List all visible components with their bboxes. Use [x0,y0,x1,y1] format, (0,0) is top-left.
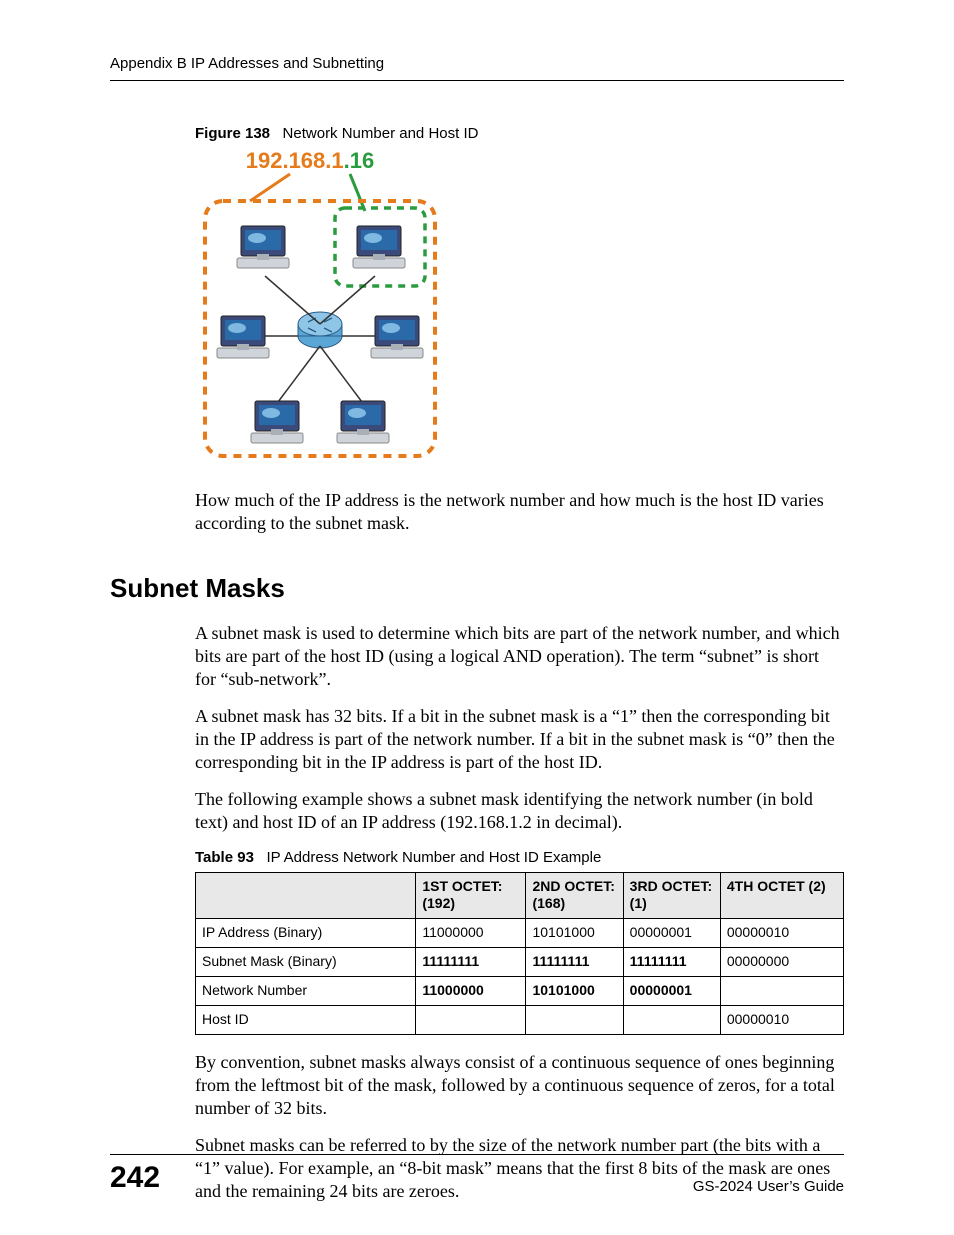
table-cell: 10101000 [526,919,623,948]
table-title: IP Address Network Number and Host ID Ex… [266,849,601,866]
paragraph: By convention, subnet masks always consi… [195,1051,844,1120]
computer-icon [337,401,389,443]
table-cell: Network Number [196,977,416,1006]
table-cell: 11000000 [416,919,526,948]
table-cell: 00000010 [720,919,843,948]
table-cell: 00000000 [720,948,843,977]
table-cell: 00000010 [720,1006,843,1035]
ip-host-part: 16 [350,148,374,173]
table-header: 3RD OCTET: (1) [623,872,720,919]
table-cell: 10101000 [526,977,623,1006]
table-header: 1ST OCTET: (192) [416,872,526,919]
paragraph: A subnet mask has 32 bits. If a bit in t… [195,705,844,774]
switch-icon [298,312,342,348]
table-cell: Host ID [196,1006,416,1035]
table-cell: 11111111 [416,948,526,977]
table-header: 4TH OCTET (2) [720,872,843,919]
footer: 242 GS-2024 User’s Guide [110,1154,844,1195]
figure-label: Figure 138 [195,125,270,142]
running-head: Appendix B IP Addresses and Subnetting [110,55,844,81]
table-caption: Table 93 IP Address Network Number and H… [195,848,844,867]
paragraph: The following example shows a subnet mas… [195,788,844,834]
table-cell: 11000000 [416,977,526,1006]
network-diagram: 192.168.1.16 [195,146,844,471]
table-cell [416,1006,526,1035]
table-cell [526,1006,623,1035]
table-cell: 11111111 [526,948,623,977]
table-cell: 11111111 [623,948,720,977]
computer-icon [353,226,405,268]
subnet-table: 1ST OCTET: (192) 2ND OCTET: (168) 3RD OC… [195,872,844,1035]
svg-text:192.168.1.16: 192.168.1.16 [246,148,374,173]
table-header [196,872,416,919]
table-row: IP Address (Binary)110000001010100000000… [196,919,844,948]
paragraph: How much of the IP address is the networ… [195,489,844,535]
table-header-row: 1ST OCTET: (192) 2ND OCTET: (168) 3RD OC… [196,872,844,919]
page-number: 242 [110,1161,160,1195]
body-text: A subnet mask is used to determine which… [195,622,844,1203]
figure-caption: Figure 138 Network Number and Host ID [195,125,844,142]
body-text: How much of the IP address is the networ… [195,489,844,535]
table-cell: Subnet Mask (Binary) [196,948,416,977]
table-row: Host ID 00000010 [196,1006,844,1035]
table-header: 2ND OCTET: (168) [526,872,623,919]
table-cell: 00000001 [623,977,720,1006]
table-row: Subnet Mask (Binary)11111111111111111111… [196,948,844,977]
ip-network-part: 192.168.1 [246,148,344,173]
table-label: Table 93 [195,849,254,866]
computer-icon [217,316,269,358]
table-cell: IP Address (Binary) [196,919,416,948]
figure-block: Figure 138 Network Number and Host ID 19… [195,125,844,471]
section-heading: Subnet Masks [110,573,844,604]
page: Appendix B IP Addresses and Subnetting F… [0,0,954,1235]
guide-name: GS-2024 User’s Guide [693,1178,844,1195]
table-cell: 00000001 [623,919,720,948]
paragraph: A subnet mask is used to determine which… [195,622,844,691]
table-cell [623,1006,720,1035]
table-cell [720,977,843,1006]
figure-title: Network Number and Host ID [283,125,479,142]
table-row: Network Number110000001010100000000001 [196,977,844,1006]
computer-icon [237,226,289,268]
computer-icon [371,316,423,358]
computer-icon [251,401,303,443]
